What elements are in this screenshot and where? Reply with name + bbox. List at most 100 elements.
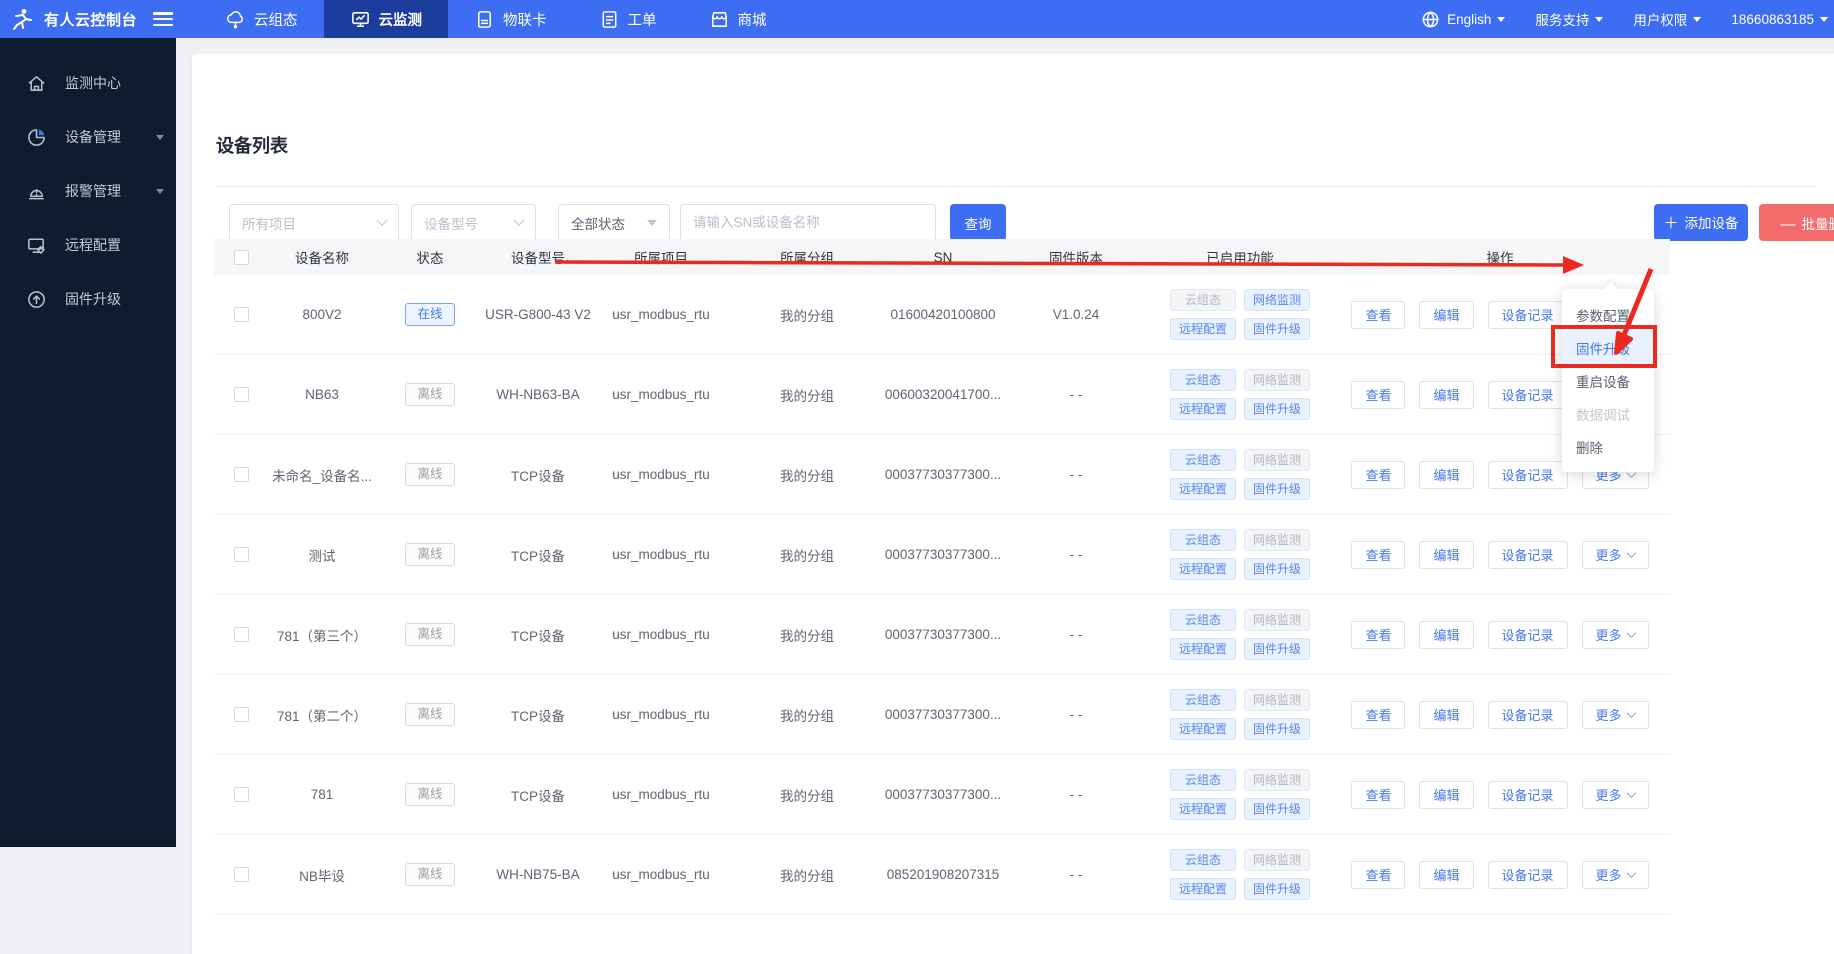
feature-tag[interactable]: 固件升级 [1244, 718, 1310, 740]
feature-tag[interactable]: 网络监测 [1244, 369, 1310, 391]
feature-tag[interactable]: 云组态 [1170, 609, 1236, 631]
feature-tag[interactable]: 网络监测 [1244, 449, 1310, 471]
sidebar-item-5[interactable]: 固件升级 [0, 272, 176, 326]
feature-tag[interactable]: 固件升级 [1244, 398, 1310, 420]
project-filter-select[interactable]: 所有项目 [229, 204, 399, 241]
edit-button[interactable]: 编辑 [1419, 621, 1473, 649]
edit-button[interactable]: 编辑 [1419, 461, 1473, 489]
sidebar-item-3[interactable]: 报警管理 [0, 164, 176, 218]
row-checkbox[interactable] [234, 787, 249, 802]
device-records-button[interactable]: 设备记录 [1488, 541, 1568, 569]
row-checkbox[interactable] [234, 387, 249, 402]
view-button[interactable]: 查看 [1351, 861, 1405, 889]
feature-tag[interactable]: 固件升级 [1244, 318, 1310, 340]
device-records-button[interactable]: 设备记录 [1488, 861, 1568, 889]
device-name: 781 [268, 787, 376, 802]
view-button[interactable]: 查看 [1351, 301, 1405, 329]
feature-tag[interactable]: 固件升级 [1244, 878, 1310, 900]
feature-tag[interactable]: 云组态 [1170, 769, 1236, 791]
feature-tag[interactable]: 远程配置 [1170, 718, 1236, 740]
feature-tag[interactable]: 网络监测 [1244, 689, 1310, 711]
view-button[interactable]: 查看 [1351, 701, 1405, 729]
status-filter-select[interactable]: 全部状态 [558, 204, 670, 241]
dropdown-item-5[interactable]: 删除 [1562, 430, 1654, 463]
topbar-menu-2[interactable]: 服务支持 [1535, 9, 1603, 29]
sidebar-item-4[interactable]: 远程配置 [0, 218, 176, 272]
more-button[interactable]: 更多 [1582, 781, 1649, 809]
feature-tag[interactable]: 云组态 [1170, 849, 1236, 871]
nav-tab-5[interactable]: 商城 [683, 0, 793, 38]
device-records-button[interactable]: 设备记录 [1488, 621, 1568, 649]
view-button[interactable]: 查看 [1351, 781, 1405, 809]
feature-tag[interactable]: 远程配置 [1170, 638, 1236, 660]
nav-tab-1[interactable]: 云组态 [199, 0, 324, 38]
menu-toggle-icon[interactable] [153, 12, 173, 26]
feature-tag[interactable]: 云组态 [1170, 529, 1236, 551]
dropdown-item-3[interactable]: 重启设备 [1562, 364, 1654, 397]
feature-tag[interactable]: 云组态 [1170, 689, 1236, 711]
feature-tag[interactable]: 网络监测 [1244, 769, 1310, 791]
edit-button[interactable]: 编辑 [1419, 781, 1473, 809]
sidebar-item-2[interactable]: 设备管理 [0, 110, 176, 164]
action-label: 查看 [1365, 465, 1391, 484]
feature-tag[interactable]: 网络监测 [1244, 609, 1310, 631]
feature-tag[interactable]: 远程配置 [1170, 478, 1236, 500]
device-model-select[interactable]: 设备型号 [411, 204, 536, 241]
feature-tag[interactable]: 固件升级 [1244, 558, 1310, 580]
feature-tag[interactable]: 远程配置 [1170, 398, 1236, 420]
feature-tag[interactable]: 网络监测 [1244, 849, 1310, 871]
dropdown-item-2[interactable]: 固件升级 [1562, 331, 1654, 364]
row-checkbox[interactable] [234, 867, 249, 882]
edit-button[interactable]: 编辑 [1419, 301, 1473, 329]
feature-tag[interactable]: 远程配置 [1170, 558, 1236, 580]
view-button[interactable]: 查看 [1351, 461, 1405, 489]
more-button[interactable]: 更多 [1582, 701, 1649, 729]
device-records-button[interactable]: 设备记录 [1488, 781, 1568, 809]
edit-button[interactable]: 编辑 [1419, 381, 1473, 409]
feature-tag[interactable]: 远程配置 [1170, 798, 1236, 820]
feature-tag[interactable]: 远程配置 [1170, 318, 1236, 340]
view-button[interactable]: 查看 [1351, 621, 1405, 649]
more-button[interactable]: 更多 [1582, 541, 1649, 569]
nav-tab-2[interactable]: 云监测 [324, 0, 449, 38]
feature-tag[interactable]: 固件升级 [1244, 638, 1310, 660]
row-checkbox[interactable] [234, 707, 249, 722]
row-checkbox[interactable] [234, 627, 249, 642]
nav-tab-4[interactable]: 工单 [573, 0, 683, 38]
feature-tag[interactable]: 云组态 [1170, 289, 1236, 311]
sidebar-item-1[interactable]: 监测中心 [0, 56, 176, 110]
device-records-button[interactable]: 设备记录 [1488, 301, 1568, 329]
feature-tag[interactable]: 固件升级 [1244, 798, 1310, 820]
view-button[interactable]: 查看 [1351, 541, 1405, 569]
feature-tag[interactable]: 网络监测 [1244, 529, 1310, 551]
search-input[interactable] [680, 204, 936, 241]
more-button[interactable]: 更多 [1582, 861, 1649, 889]
device-records-button[interactable]: 设备记录 [1488, 701, 1568, 729]
feature-tag[interactable]: 云组态 [1170, 449, 1236, 471]
row-checkbox[interactable] [234, 547, 249, 562]
dropdown-item-1[interactable]: 参数配置 [1562, 298, 1654, 331]
select-all-checkbox[interactable] [234, 250, 249, 265]
feature-tag[interactable]: 网络监测 [1244, 289, 1310, 311]
nav-tab-3[interactable]: 物联卡 [448, 0, 573, 38]
feature-tag[interactable]: 远程配置 [1170, 878, 1236, 900]
row-checkbox[interactable] [234, 307, 249, 322]
more-button[interactable]: 更多 [1582, 621, 1649, 649]
view-button[interactable]: 查看 [1351, 381, 1405, 409]
edit-button[interactable]: 编辑 [1419, 541, 1473, 569]
add-device-button[interactable]: ＋添加设备 [1654, 204, 1748, 241]
query-button[interactable]: 查询 [950, 204, 1006, 241]
edit-button[interactable]: 编辑 [1419, 701, 1473, 729]
topbar-menu-4[interactable]: 18660863185 [1731, 12, 1828, 27]
device-records-button[interactable]: 设备记录 [1488, 381, 1568, 409]
feature-tag[interactable]: 云组态 [1170, 369, 1236, 391]
row-checkbox[interactable] [234, 467, 249, 482]
edit-button[interactable]: 编辑 [1419, 861, 1473, 889]
col-header-features: 已启用功能 [1150, 247, 1330, 267]
device-records-button[interactable]: 设备记录 [1488, 461, 1568, 489]
topbar-menu-3[interactable]: 用户权限 [1633, 9, 1701, 29]
status-badge: 离线 [405, 623, 455, 646]
bulk-delete-button[interactable]: —批量删除 [1759, 204, 1834, 241]
topbar-menu-1[interactable]: English [1420, 9, 1505, 30]
feature-tag[interactable]: 固件升级 [1244, 478, 1310, 500]
